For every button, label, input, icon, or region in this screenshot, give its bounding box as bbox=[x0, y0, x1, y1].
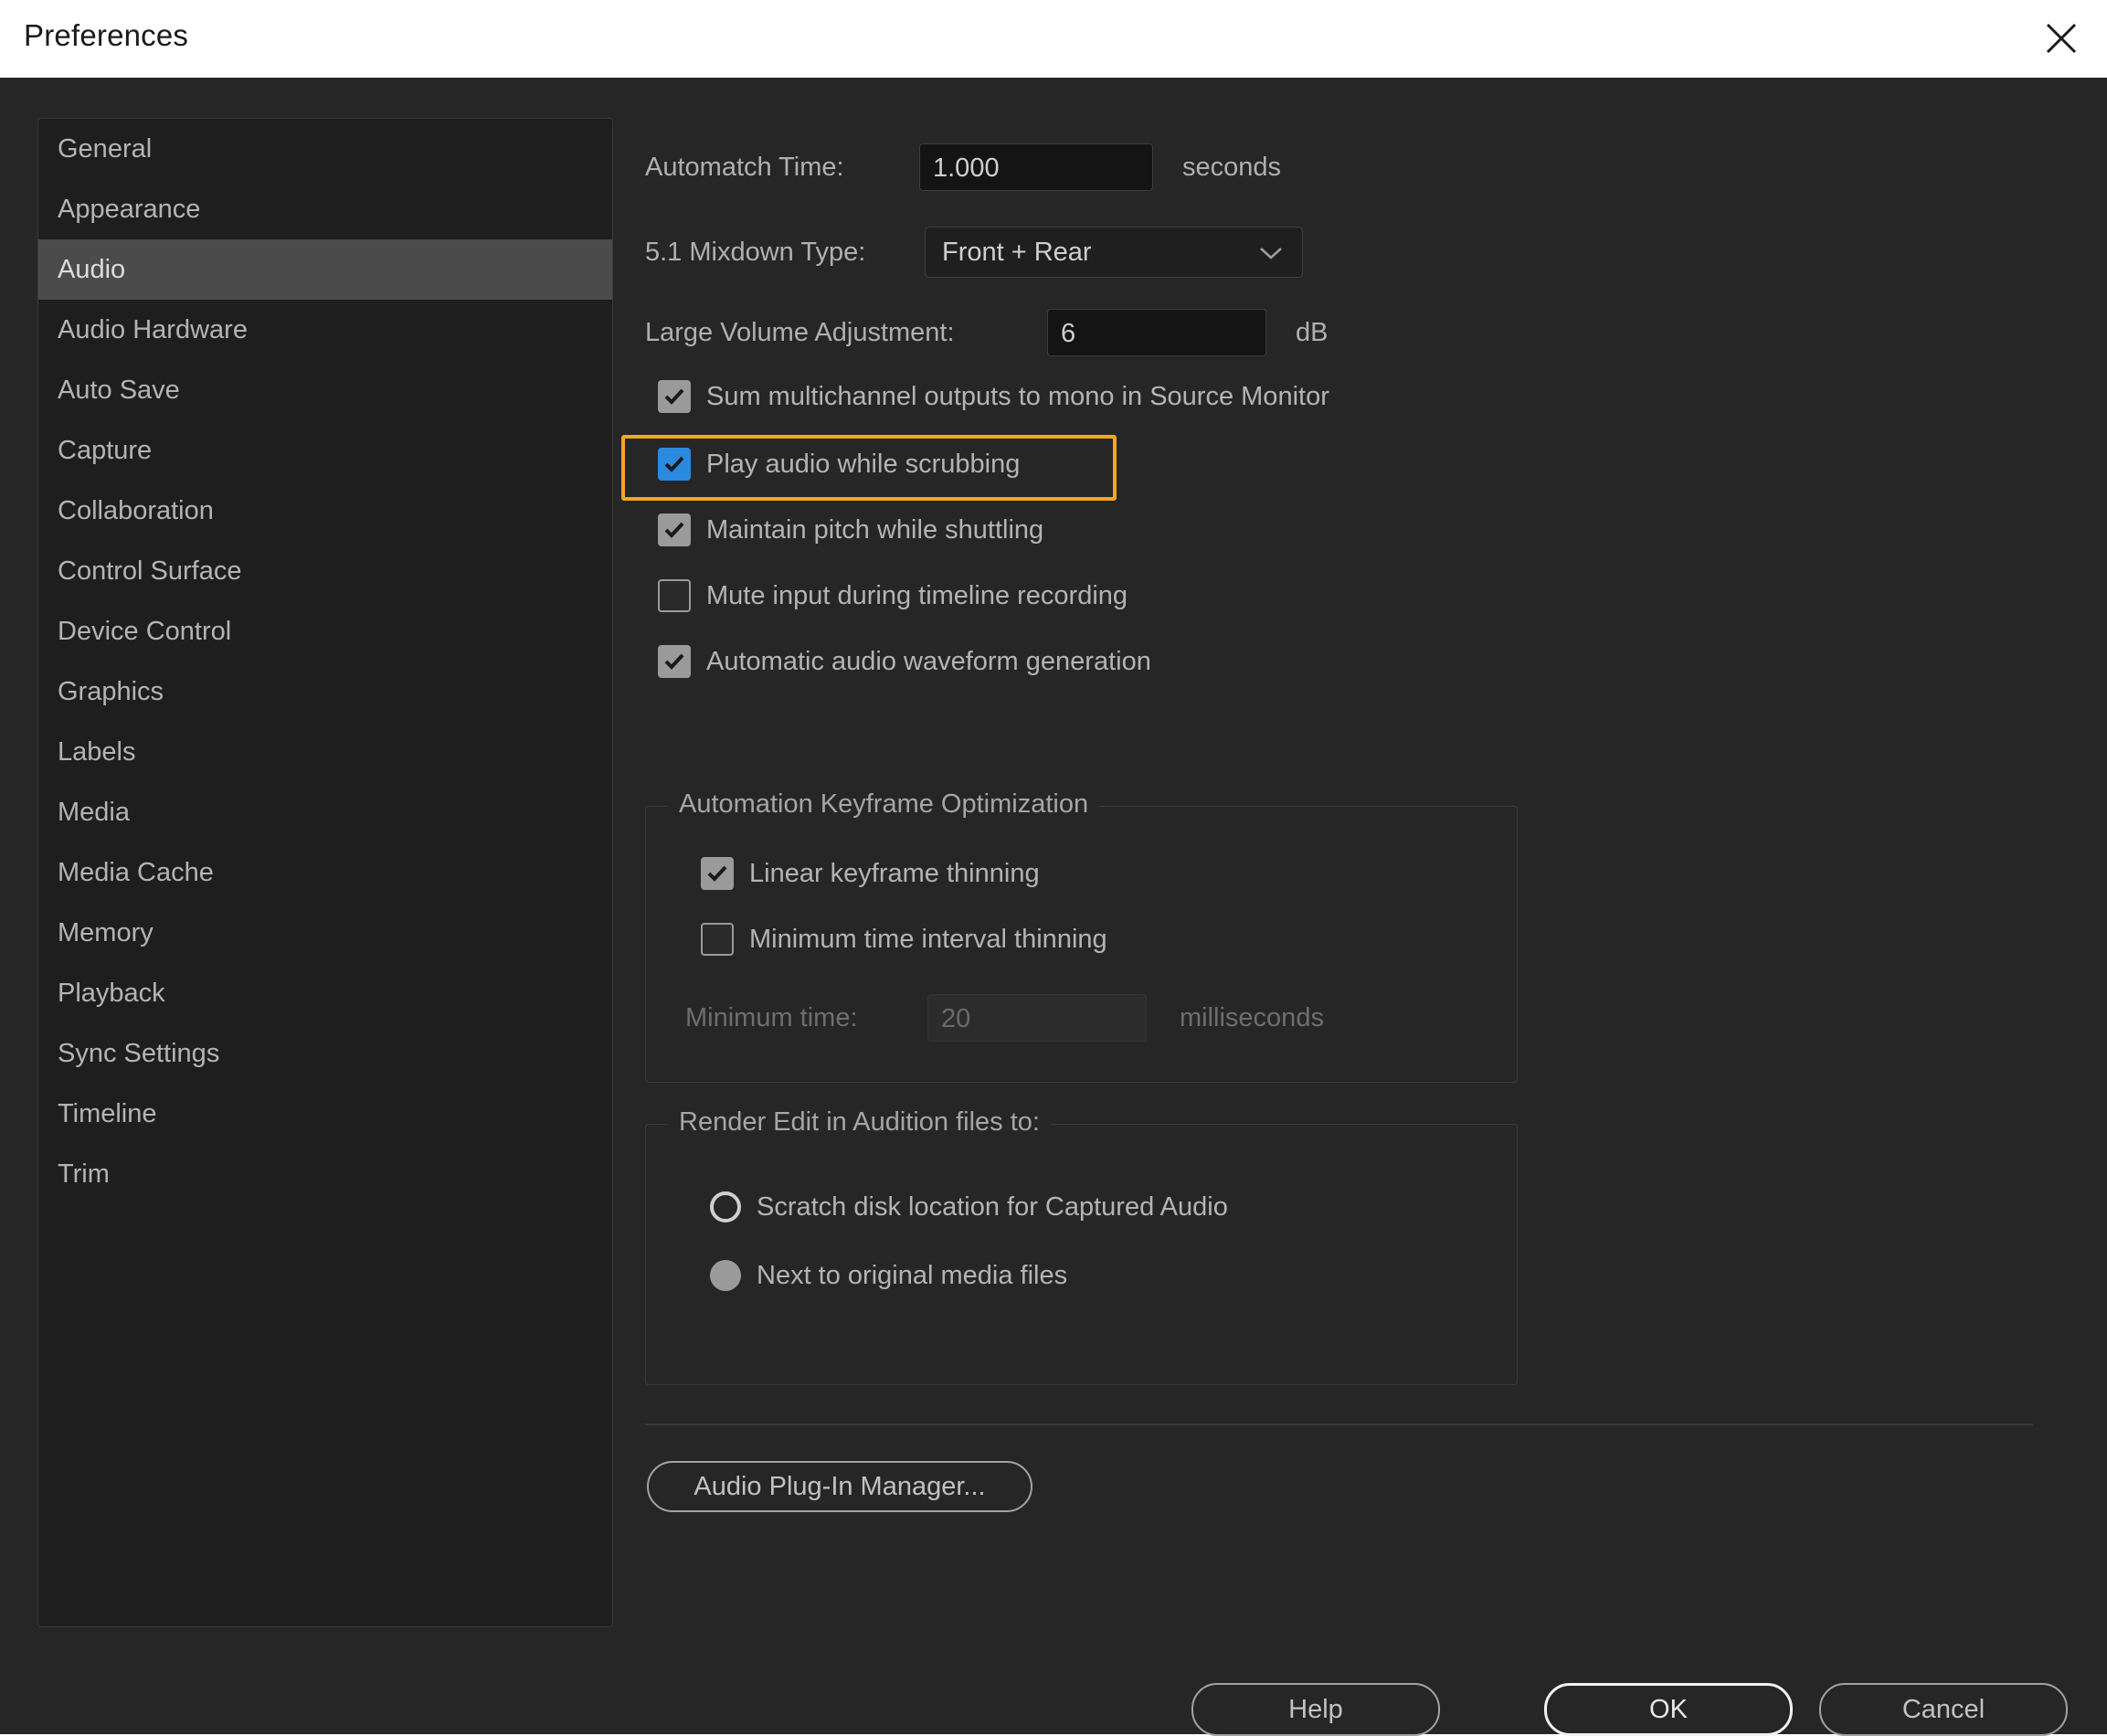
checkbox-checked-icon bbox=[701, 857, 734, 890]
mixdown-type-value: Front + Rear bbox=[942, 238, 1092, 267]
checkbox-checked-icon bbox=[658, 645, 691, 678]
automation-keyframe-optimization-group: Automation Keyframe Optimization Linear … bbox=[645, 789, 1518, 1083]
checkbox-automatic-audio-waveform-generation[interactable]: Automatic audio waveform generation bbox=[658, 645, 1151, 678]
automatch-time-row: Automatch Time: 1.000 seconds bbox=[645, 143, 1281, 191]
minimum-time-input: 20 bbox=[927, 994, 1147, 1042]
sidebar-item-general[interactable]: General bbox=[38, 119, 612, 179]
large-volume-adjustment-row: Large Volume Adjustment: 6 dB bbox=[645, 309, 1328, 356]
chevron-down-icon bbox=[1258, 245, 1284, 266]
checkbox-label: Sum multichannel outputs to mono in Sour… bbox=[706, 381, 1329, 411]
preferences-category-list[interactable]: General Appearance Audio Audio Hardware Auto… bbox=[37, 118, 613, 1627]
sidebar-item-media[interactable]: Media bbox=[38, 782, 612, 842]
automation-keyframe-optimization-title: Automation Keyframe Optimization bbox=[668, 789, 1100, 820]
help-button[interactable]: Help bbox=[1191, 1683, 1440, 1736]
sidebar-item-sync-settings[interactable]: Sync Settings bbox=[38, 1023, 612, 1084]
mixdown-type-select[interactable]: Front + Rear bbox=[925, 227, 1303, 278]
ok-button[interactable]: OK bbox=[1544, 1683, 1793, 1736]
checkbox-checked-icon bbox=[658, 380, 691, 413]
close-button[interactable] bbox=[2039, 16, 2083, 60]
checkbox-sum-multichannel-outputs-to-mono-in-source-monitor[interactable]: Sum multichannel outputs to mono in Sour… bbox=[658, 380, 1329, 413]
automatch-time-unit: seconds bbox=[1182, 152, 1282, 182]
sidebar-item-graphics[interactable]: Graphics bbox=[38, 662, 612, 722]
preferences-dialog: Preferences General Appearance Audio Audio … bbox=[0, 0, 2107, 1736]
minimum-time-row: Minimum time: 20 milliseconds bbox=[685, 994, 1324, 1042]
mixdown-type-row: 5.1 Mixdown Type: Front + Rear bbox=[645, 227, 1303, 278]
sidebar-item-audio-hardware[interactable]: Audio Hardware bbox=[38, 300, 612, 360]
audio-preferences-panel: Automatch Time: 1.000 seconds 5.1 Mixdow… bbox=[621, 118, 2070, 1671]
sidebar-item-collaboration[interactable]: Collaboration bbox=[38, 481, 612, 541]
large-volume-adjustment-unit: dB bbox=[1296, 317, 1329, 347]
radio-scratch-disk-location[interactable]: Scratch disk location for Captured Audio bbox=[710, 1191, 1228, 1223]
sidebar-item-timeline[interactable]: Timeline bbox=[38, 1084, 612, 1144]
sidebar-item-audio[interactable]: Audio bbox=[38, 239, 612, 300]
linear-keyframe-thinning-label: Linear keyframe thinning bbox=[749, 858, 1040, 888]
minimum-time-label: Minimum time: bbox=[685, 1002, 858, 1032]
render-edit-in-audition-title: Render Edit in Audition files to: bbox=[668, 1107, 1051, 1138]
radio-unselected-icon bbox=[710, 1191, 741, 1223]
section-divider bbox=[645, 1424, 2033, 1425]
mixdown-type-label: 5.1 Mixdown Type: bbox=[645, 237, 866, 267]
radio-scratch-disk-location-label: Scratch disk location for Captured Audio bbox=[757, 1191, 1228, 1222]
title-bar: Preferences bbox=[0, 0, 2107, 78]
checkbox-maintain-pitch-while-shuttling[interactable]: Maintain pitch while shuttling bbox=[658, 513, 1043, 546]
dialog-body: General Appearance Audio Audio Hardware Auto… bbox=[0, 78, 2107, 1736]
checkbox-label: Mute input during timeline recording bbox=[706, 580, 1128, 610]
sidebar-item-playback[interactable]: Playback bbox=[38, 963, 612, 1023]
sidebar-item-capture[interactable]: Capture bbox=[38, 420, 612, 481]
radio-selected-icon bbox=[710, 1260, 741, 1291]
audio-plug-in-manager-button[interactable]: Audio Plug-In Manager... bbox=[647, 1461, 1032, 1512]
checkbox-checked-icon bbox=[658, 513, 691, 546]
large-volume-adjustment-input[interactable]: 6 bbox=[1047, 309, 1266, 356]
sidebar-item-control-surface[interactable]: Control Surface bbox=[38, 541, 612, 601]
automatch-time-label: Automatch Time: bbox=[645, 152, 844, 182]
radio-next-to-original-media[interactable]: Next to original media files bbox=[710, 1260, 1067, 1291]
sidebar-item-auto-save[interactable]: Auto Save bbox=[38, 360, 612, 420]
radio-next-to-original-media-label: Next to original media files bbox=[757, 1260, 1068, 1290]
sidebar-item-trim[interactable]: Trim bbox=[38, 1144, 612, 1204]
minimum-time-interval-thinning-label: Minimum time interval thinning bbox=[749, 924, 1107, 954]
sidebar-item-labels[interactable]: Labels bbox=[38, 722, 612, 782]
close-icon bbox=[2043, 20, 2080, 57]
sidebar-item-media-cache[interactable]: Media Cache bbox=[38, 842, 612, 903]
checkbox-unchecked-icon bbox=[658, 579, 691, 612]
checkbox-mute-input-during-timeline-recording[interactable]: Mute input during timeline recording bbox=[658, 579, 1128, 612]
checkbox-label: Play audio while scrubbing bbox=[706, 449, 1021, 479]
minimum-time-unit: milliseconds bbox=[1180, 1002, 1324, 1032]
minimum-time-interval-thinning-checkbox[interactable]: Minimum time interval thinning bbox=[701, 923, 1107, 956]
automatch-time-input[interactable]: 1.000 bbox=[919, 143, 1153, 191]
cancel-button[interactable]: Cancel bbox=[1819, 1683, 2068, 1736]
sidebar-item-memory[interactable]: Memory bbox=[38, 903, 612, 963]
render-edit-in-audition-group: Render Edit in Audition files to: Scratc… bbox=[645, 1107, 1518, 1385]
checkbox-label: Maintain pitch while shuttling bbox=[706, 514, 1044, 545]
checkbox-label: Automatic audio waveform generation bbox=[706, 646, 1151, 676]
checkbox-unchecked-icon bbox=[701, 923, 734, 956]
page-title: Preferences bbox=[24, 18, 189, 52]
checkbox-play-audio-while-scrubbing[interactable]: Play audio while scrubbing bbox=[658, 448, 1020, 481]
sidebar-item-device-control[interactable]: Device Control bbox=[38, 601, 612, 662]
checkbox-checked-icon bbox=[658, 448, 691, 481]
large-volume-adjustment-label: Large Volume Adjustment: bbox=[645, 317, 955, 347]
linear-keyframe-thinning-checkbox[interactable]: Linear keyframe thinning bbox=[701, 857, 1040, 890]
sidebar-item-appearance[interactable]: Appearance bbox=[38, 179, 612, 239]
